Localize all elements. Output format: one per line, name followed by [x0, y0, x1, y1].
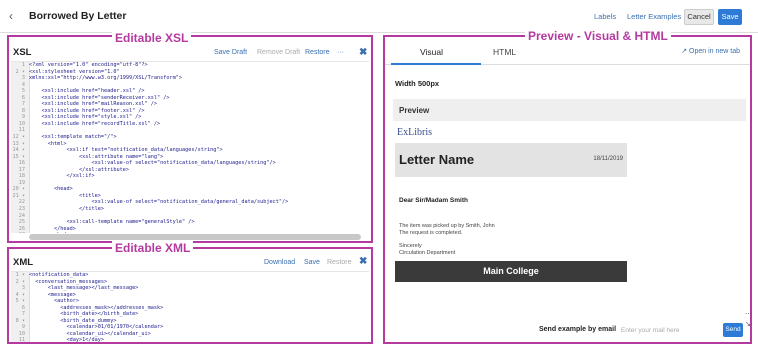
xsl-panel: XSL Save Draft Remove Draft Restore ··· … — [7, 35, 373, 243]
email-input[interactable] — [621, 324, 719, 337]
code-text: <xsl:value-of select="notification_data/… — [29, 199, 289, 206]
page-title: Borrowed By Letter — [29, 10, 127, 22]
exlibris-logo: ExLibris — [397, 127, 432, 138]
code-text: <xsl:include href="header.xsl" /> — [29, 88, 145, 95]
code-text: </title> — [29, 206, 104, 213]
send-example-label: Send example by email — [539, 326, 617, 333]
code-text: <body> — [29, 232, 73, 233]
code-text: <xsl:stylesheet version="1.0" — [29, 68, 120, 75]
code-text: <?xml version="1.0" encoding="utf-8"?> — [29, 62, 148, 68]
line-number: 11 — [18, 337, 25, 342]
download-button[interactable]: Download — [264, 259, 295, 266]
open-in-new-tab-label: Open in new tab — [689, 48, 740, 55]
external-link-icon: ↗ — [681, 48, 688, 55]
code-text: <notification_data> — [29, 272, 89, 278]
xml-panel: XML Download Save Restore ✖ 1 ▾ <notifica… — [7, 247, 373, 344]
annotation-xsl: Editable XSL — [112, 31, 192, 45]
code-line[interactable]: 11 <day>1</day> — [11, 337, 369, 342]
code-text: <html> — [29, 140, 67, 147]
save-button[interactable]: Save — [718, 9, 742, 25]
salutation: Dear Sir/Madam Smith — [399, 197, 468, 204]
active-tab-indicator — [391, 63, 481, 65]
code-text: <last_message></last_message> — [29, 285, 139, 292]
cancel-button[interactable]: Cancel — [684, 9, 714, 25]
code-text: <birth_date_dummy> — [29, 317, 117, 324]
restore-button[interactable]: Restore — [305, 49, 330, 56]
code-text: <head> — [29, 186, 73, 193]
code-text: <xsl:if test="notification_data/language… — [29, 147, 223, 154]
expand-icon[interactable]: ✖ — [359, 47, 367, 58]
code-text: </xsl:if> — [29, 173, 95, 180]
horizontal-scrollbar[interactable] — [29, 234, 361, 240]
college-footer-band: Main College — [395, 261, 627, 282]
xml-restore-button[interactable]: Restore — [327, 259, 352, 266]
letter-date: 18/11/2019 — [593, 156, 623, 162]
code-line[interactable]: 27 <body> — [11, 232, 369, 233]
xml-code-editor[interactable]: 1 ▾ <notification_data> 2 ▾ <conversation_… — [11, 271, 369, 342]
letter-header-band: Letter Name 18/11/2019 — [395, 143, 627, 177]
body-line: The item was picked up by Smith, John — [399, 223, 495, 229]
code-text: <xsl:include href="recordTitle.xsl" /> — [29, 120, 161, 127]
annotation-preview: Preview - Visual & HTML — [525, 29, 671, 43]
college-name: Main College — [483, 266, 539, 276]
open-in-new-tab-link[interactable]: ↗ Open in new tab — [681, 47, 740, 55]
code-text: <xsl:include href="mailReason.xsl" /> — [29, 101, 158, 108]
more-options-icon[interactable]: ··· — [337, 49, 344, 56]
letter-preview: ExLibris Letter Name 18/11/2019 Dear Sir… — [395, 123, 627, 305]
chevron-left-icon[interactable]: ‹ — [9, 9, 13, 23]
preview-bar: Preview — [393, 99, 746, 121]
code-text: <xsl:include href="footer.xsl" /> — [29, 107, 145, 114]
code-text: <message> — [29, 291, 76, 298]
code-text: xmlns:xsl="http://www.w3.org/1999/XSL/Tr… — [29, 75, 183, 82]
preview-label: Preview — [399, 106, 430, 115]
more-icon[interactable]: ⋯ — [745, 310, 752, 318]
body-line: Circulation Department — [399, 250, 456, 256]
letter-examples-link[interactable]: Letter Examples — [627, 12, 681, 21]
xsl-panel-title: XSL — [13, 47, 32, 58]
line-number: 27 — [11, 232, 25, 233]
body-line: Sincerely — [399, 243, 422, 249]
code-text: </head> — [29, 225, 76, 232]
preview-panel: Visual HTML ↗ Open in new tab Width 500p… — [383, 35, 752, 344]
code-text: <xsl:template match="/"> — [29, 134, 117, 141]
resize-icon[interactable]: ↘ — [745, 320, 751, 328]
code-text: <xsl:attribute name="lang"> — [29, 153, 164, 160]
code-text: <author> — [29, 298, 79, 305]
code-text: <xsl:include href="style.xsl" /> — [29, 114, 142, 121]
send-button[interactable]: Send — [723, 323, 743, 337]
tab-visual[interactable]: Visual — [420, 47, 443, 57]
code-text: <xsl:call-template name="generalStyle" /… — [29, 219, 195, 226]
code-text: <birth_date></birth_date> — [29, 311, 139, 318]
remove-draft-button[interactable]: Remove Draft — [257, 49, 300, 56]
width-label: Width 500px — [395, 79, 440, 88]
xsl-code-editor[interactable]: 1 <?xml version="1.0" encoding="utf-8"?> 2… — [11, 61, 369, 233]
xml-save-button[interactable]: Save — [304, 259, 320, 266]
code-text: <title> — [29, 192, 101, 199]
code-text: <calendar>01/01/1970</calendar> — [29, 324, 164, 331]
code-text: </xsl:attribute> — [29, 166, 129, 173]
labels-link[interactable]: Labels — [594, 12, 616, 21]
xml-panel-title: XML — [13, 257, 34, 268]
code-text: <conversation_messages> — [29, 278, 108, 285]
tab-html[interactable]: HTML — [493, 47, 516, 57]
code-text: <calendar_ui></calendar_ui> — [29, 330, 151, 337]
code-text: <day>1</day> — [29, 337, 104, 342]
code-text: <xsl:include href="senderReceiver.xsl" /… — [29, 94, 170, 101]
body-line: The request is completed. — [399, 230, 463, 236]
save-draft-button[interactable]: Save Draft — [214, 49, 247, 56]
letter-name: Letter Name — [399, 152, 475, 167]
annotation-xml: Editable XML — [112, 241, 194, 255]
code-text: <xsl:value-of select="notification_data/… — [29, 160, 276, 167]
expand-icon[interactable]: ✖ — [359, 256, 367, 267]
code-text: <addresses_mask></addresses_mask> — [29, 304, 164, 311]
